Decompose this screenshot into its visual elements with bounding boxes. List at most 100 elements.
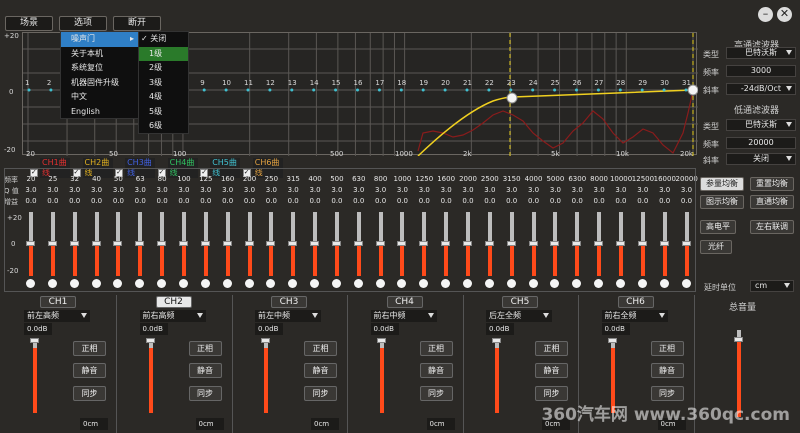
eq-band-toggle[interactable] bbox=[222, 279, 232, 288]
eq-gain-slider[interactable] bbox=[288, 241, 298, 246]
eq-band-toggle[interactable] bbox=[506, 279, 516, 288]
reset-eq-button[interactable]: 重置均衡 bbox=[750, 177, 794, 191]
eq-gain-slider[interactable] bbox=[594, 241, 604, 246]
band-point[interactable] bbox=[596, 88, 600, 92]
eq-gain-slider[interactable] bbox=[463, 241, 472, 246]
band-point[interactable] bbox=[399, 88, 403, 92]
eq-band-toggle[interactable] bbox=[47, 279, 57, 288]
eq-band-toggle[interactable] bbox=[681, 279, 691, 288]
eq-gain-slider[interactable] bbox=[375, 241, 385, 246]
channel-output-select[interactable]: 前右中频 bbox=[370, 310, 437, 322]
sync-button[interactable]: 同步 bbox=[419, 386, 453, 401]
eq-band-toggle[interactable] bbox=[69, 279, 79, 288]
sync-button[interactable]: 同步 bbox=[188, 386, 222, 401]
hp-handle[interactable] bbox=[506, 92, 518, 104]
band-point[interactable] bbox=[487, 88, 491, 92]
eq-gain-slider[interactable] bbox=[310, 241, 320, 246]
eq-gain-slider[interactable] bbox=[222, 241, 232, 246]
mute-button[interactable]: 静音 bbox=[419, 363, 453, 378]
eq-gain-slider[interactable] bbox=[244, 241, 254, 246]
sync-button[interactable]: 同步 bbox=[73, 386, 106, 401]
band-point[interactable] bbox=[246, 88, 250, 92]
menu-item-about[interactable]: 关于本机 bbox=[61, 47, 138, 62]
eq-gain-slider[interactable] bbox=[550, 241, 560, 246]
channel-level-slider[interactable] bbox=[30, 338, 39, 343]
submenu-item-level2[interactable]: 2级 bbox=[139, 61, 188, 76]
menu-item-noise-gate[interactable]: 噪声门 ▸ bbox=[61, 32, 138, 47]
eq-band-toggle[interactable] bbox=[178, 279, 188, 288]
phase-button[interactable]: 正相 bbox=[650, 341, 684, 356]
eq-gain-slider[interactable] bbox=[135, 241, 145, 246]
phase-button[interactable]: 正相 bbox=[73, 341, 106, 356]
eq-gain-slider[interactable] bbox=[69, 241, 79, 246]
phase-button[interactable]: 正相 bbox=[535, 341, 568, 356]
band-point[interactable] bbox=[202, 88, 206, 92]
eq-band-toggle[interactable] bbox=[637, 279, 647, 288]
hp-type-select[interactable]: 巴特沃斯 bbox=[726, 47, 796, 59]
phase-button[interactable]: 正相 bbox=[419, 341, 453, 356]
channel-tab[interactable]: CH4 bbox=[386, 296, 423, 308]
master-volume-slider[interactable] bbox=[734, 337, 743, 342]
eq-gain-slider[interactable] bbox=[331, 241, 341, 246]
minimize-icon[interactable]: – bbox=[758, 7, 773, 22]
channel-tab[interactable]: CH1 bbox=[40, 296, 76, 308]
eq-band-toggle[interactable] bbox=[331, 279, 341, 288]
eq-gain-slider[interactable] bbox=[178, 241, 188, 246]
submenu-item-level1[interactable]: 1级 bbox=[139, 46, 188, 61]
eq-gain-slider[interactable] bbox=[157, 241, 167, 246]
sync-button[interactable]: 同步 bbox=[535, 386, 568, 401]
band-point[interactable] bbox=[443, 88, 447, 92]
eq-band-toggle[interactable] bbox=[91, 279, 101, 288]
delay-unit-select[interactable]: cm bbox=[750, 280, 794, 292]
channel-level-slider[interactable] bbox=[492, 338, 501, 343]
band-point[interactable] bbox=[49, 88, 53, 92]
band-point[interactable] bbox=[531, 88, 535, 92]
menu-item-firmware[interactable]: 机器固件升级 bbox=[61, 76, 138, 91]
submenu-item-level3[interactable]: 3级 bbox=[139, 76, 188, 91]
eq-band-toggle[interactable] bbox=[26, 279, 35, 288]
eq-band-toggle[interactable] bbox=[615, 279, 625, 288]
band-point[interactable] bbox=[268, 88, 272, 92]
eq-gain-slider[interactable] bbox=[637, 241, 647, 246]
eq-gain-slider[interactable] bbox=[200, 241, 210, 246]
channel-delay-value[interactable]: 0cm bbox=[195, 418, 224, 430]
band-point[interactable] bbox=[334, 88, 338, 92]
submenu-item-level5[interactable]: 5级 bbox=[139, 105, 188, 120]
channel-level-value[interactable]: 0.0dB bbox=[486, 323, 514, 335]
direct-eq-button[interactable]: 直通均衡 bbox=[750, 195, 794, 209]
mute-button[interactable]: 静音 bbox=[535, 363, 568, 378]
mute-button[interactable]: 静音 bbox=[73, 363, 106, 378]
hp-slope-select[interactable]: -24dB/Oct bbox=[726, 83, 796, 95]
band-point[interactable] bbox=[662, 88, 666, 92]
phase-button[interactable]: 正相 bbox=[304, 341, 337, 356]
eq-gain-slider[interactable] bbox=[397, 241, 407, 246]
eq-gain-slider[interactable] bbox=[484, 241, 494, 246]
band-point[interactable] bbox=[290, 88, 294, 92]
band-point[interactable] bbox=[421, 88, 425, 92]
lp-type-select[interactable]: 巴特沃斯 bbox=[726, 119, 796, 131]
phase-button[interactable]: 正相 bbox=[188, 341, 222, 356]
mute-button[interactable]: 静音 bbox=[188, 363, 222, 378]
channel-tab[interactable]: CH2 bbox=[155, 296, 192, 308]
eq-band-toggle[interactable] bbox=[528, 279, 538, 288]
eq-gain-slider[interactable] bbox=[528, 241, 538, 246]
lp-slope-select[interactable]: 关闭 bbox=[726, 153, 796, 165]
channel-level-value[interactable]: 0.0dB bbox=[24, 323, 52, 335]
eq-gain-slider[interactable] bbox=[26, 241, 35, 246]
sync-button[interactable]: 同步 bbox=[650, 386, 684, 401]
menu-item-english[interactable]: English bbox=[61, 105, 138, 120]
menu-item-chinese[interactable]: 中文 bbox=[61, 90, 138, 105]
menu-item-reset[interactable]: 系统复位 bbox=[61, 61, 138, 76]
band-point[interactable] bbox=[27, 88, 31, 92]
band-point[interactable] bbox=[356, 88, 359, 92]
eq-gain-slider[interactable] bbox=[615, 241, 625, 246]
channel-level-slider[interactable] bbox=[145, 338, 155, 343]
channel-tab[interactable]: CH3 bbox=[271, 296, 307, 308]
channel-output-select[interactable]: 前左中频 bbox=[255, 310, 321, 322]
eq-band-toggle[interactable] bbox=[659, 279, 669, 288]
submenu-item-off[interactable]: ✓ 关闭 bbox=[139, 32, 188, 47]
channel-output-select[interactable]: 前右高频 bbox=[139, 310, 206, 322]
eq-band-toggle[interactable] bbox=[200, 279, 210, 288]
submenu-item-level6[interactable]: 6级 bbox=[139, 119, 188, 134]
channel-tab[interactable]: CH6 bbox=[617, 296, 654, 308]
